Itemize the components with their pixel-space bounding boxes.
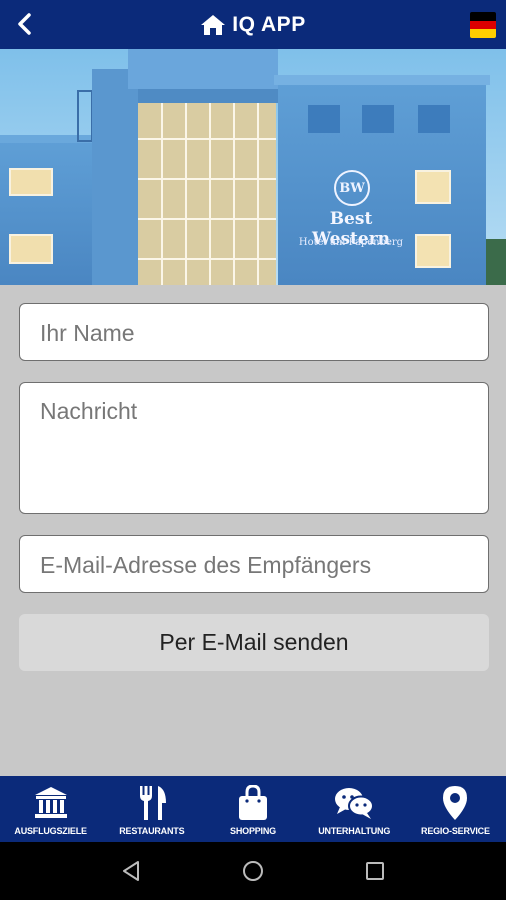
nav-item-unterhaltung[interactable]: UNTERHALTUNG (304, 776, 405, 842)
nav-label: RESTAURANTS (119, 826, 185, 836)
name-input[interactable]: Ihr Name (19, 303, 489, 361)
nav-item-regio-service[interactable]: REGIO-SERVICE (405, 776, 506, 842)
recipient-email-input[interactable]: E-Mail-Adresse des Empfängers (19, 535, 489, 593)
cutlery-icon (139, 786, 166, 820)
triangle-back-icon (123, 861, 139, 881)
circle-home-icon (243, 861, 263, 881)
hotel-hero-image: BW Best Western Hotel am Papenberg (0, 49, 506, 285)
square-recents-icon (366, 862, 384, 880)
nav-label: UNTERHALTUNG (318, 826, 391, 836)
chat-bubbles-icon (335, 788, 375, 819)
system-home-button[interactable] (233, 851, 273, 891)
nav-item-restaurants[interactable]: RESTAURANTS (101, 776, 202, 842)
system-recents-button[interactable] (355, 851, 395, 891)
shopping-bag-icon (239, 785, 267, 820)
location-pin-icon (443, 786, 468, 820)
home-icon (201, 14, 226, 35)
app-title: IQ APP (232, 12, 306, 36)
nav-label: AUSFLUGSZIELE (14, 826, 87, 836)
message-textarea[interactable]: Nachricht (19, 382, 489, 514)
top-app-bar: IQ APP (0, 0, 506, 49)
system-back-button[interactable] (111, 851, 151, 891)
museum-icon (34, 787, 67, 818)
bottom-navigation: AUSFLUGSZIELE RESTAURANTS SHOPPING UNTER… (0, 776, 506, 842)
send-email-button[interactable]: Per E-Mail senden (19, 614, 489, 671)
hotel-building-illustration (0, 49, 506, 285)
brand-subtitle: Hotel am Papenberg (298, 237, 404, 248)
title-group[interactable]: IQ APP (0, 0, 506, 49)
nav-item-shopping[interactable]: SHOPPING (202, 776, 303, 842)
nav-label: REGIO-SERVICE (421, 826, 490, 836)
system-navigation-bar (0, 842, 506, 900)
nav-item-ausflugsziele[interactable]: AUSFLUGSZIELE (0, 776, 101, 842)
nav-label: SHOPPING (230, 826, 276, 836)
germany-flag-icon[interactable] (470, 12, 496, 38)
brand-badge: BW (334, 170, 370, 206)
